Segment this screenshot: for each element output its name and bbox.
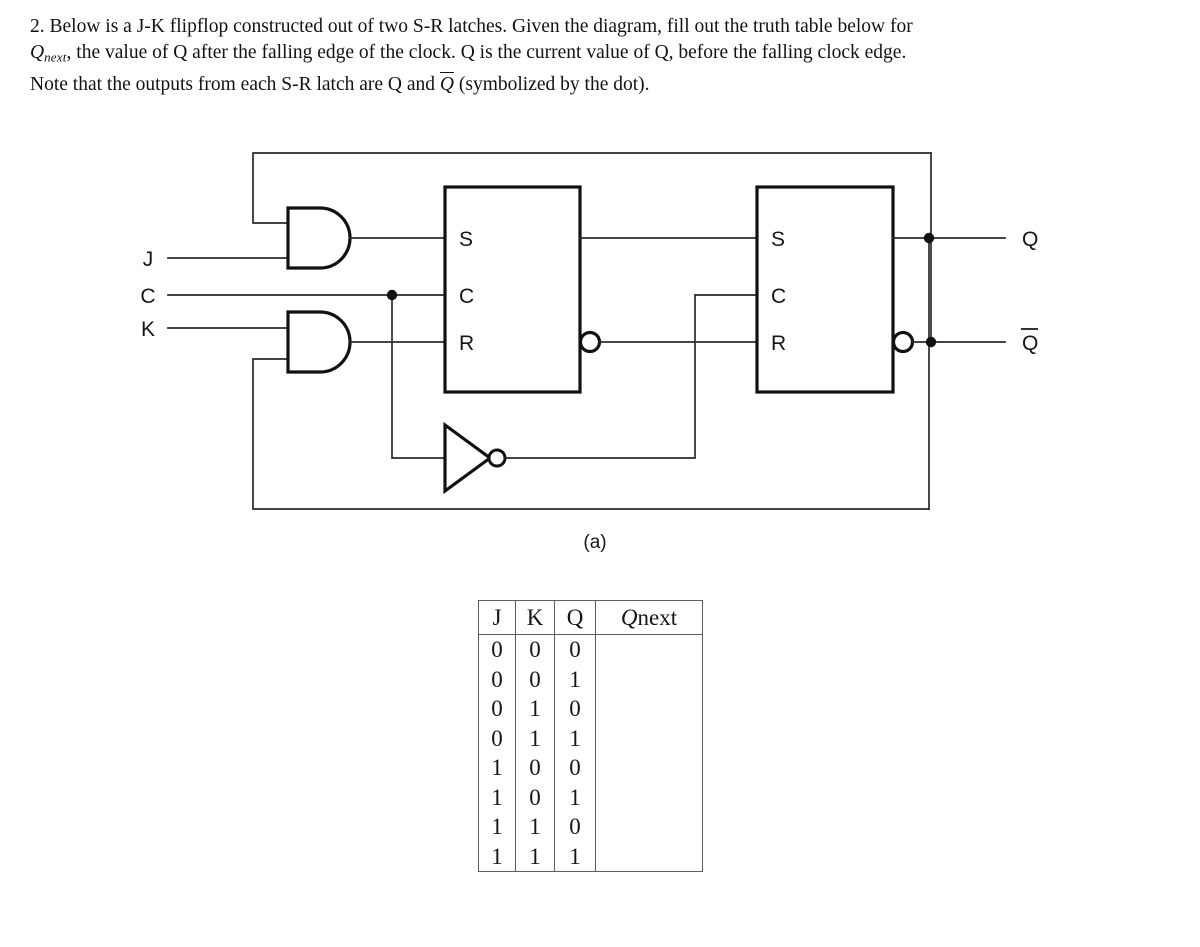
not-gate bbox=[443, 421, 507, 495]
cell-k: 0 bbox=[515, 664, 555, 694]
cell-j: 1 bbox=[478, 841, 516, 872]
junction-dot-q-output bbox=[923, 232, 935, 244]
qbar-symbol: Q bbox=[439, 71, 455, 98]
qnext-head-subscript: next bbox=[637, 605, 678, 630]
right-latch-pin-c: C bbox=[771, 285, 786, 308]
table-row: 001 bbox=[478, 664, 703, 694]
problem-statement: 2. Below is a J-K flipflop constructed o… bbox=[30, 14, 1175, 98]
truth-table-container: J K Q Qnext 000001010011100101110111 bbox=[478, 600, 703, 872]
right-latch-pin-s: S bbox=[771, 228, 785, 251]
truth-table-body: 000001010011100101110111 bbox=[478, 634, 703, 872]
not-gate-bubble bbox=[487, 448, 507, 468]
cell-k: 1 bbox=[515, 841, 555, 872]
problem-line-3-text: Note that the outputs from each S-R latc… bbox=[30, 73, 436, 95]
table-row: 100 bbox=[478, 753, 703, 783]
truth-table-header-row: J K Q Qnext bbox=[478, 600, 703, 635]
cell-j: 0 bbox=[478, 634, 516, 665]
column-header-j: J bbox=[478, 600, 516, 635]
table-row: 110 bbox=[478, 812, 703, 842]
cell-qnext[interactable] bbox=[595, 782, 703, 812]
cell-q: 0 bbox=[554, 694, 596, 724]
problem-line-2-text: the value of Q after the falling edge of… bbox=[76, 42, 907, 63]
qnext-comma: , bbox=[66, 42, 72, 63]
cell-k: 1 bbox=[515, 723, 555, 753]
problem-line-3-tail: (symbolized by the dot). bbox=[458, 73, 650, 95]
truth-table-head: J K Q Qnext bbox=[478, 600, 703, 635]
right-latch-pin-r: R bbox=[771, 332, 786, 355]
left-latch-pin-s: S bbox=[459, 228, 473, 251]
cell-j: 1 bbox=[478, 782, 516, 812]
cell-q: 0 bbox=[554, 634, 596, 665]
cell-k: 0 bbox=[515, 782, 555, 812]
problem-line-2: Qnext, the value of Q after the falling … bbox=[30, 40, 1175, 71]
column-header-k: K bbox=[515, 600, 555, 635]
cell-qnext[interactable] bbox=[595, 664, 703, 694]
figure-caption-text: (a) bbox=[583, 532, 607, 553]
wire-clock-to-not-gate bbox=[391, 294, 446, 459]
junction-dot-clock bbox=[386, 289, 398, 301]
left-latch-pin-r: R bbox=[459, 332, 474, 355]
problem-line-1: 2. Below is a J-K flipflop constructed o… bbox=[30, 16, 913, 37]
table-row: 011 bbox=[478, 723, 703, 753]
clock-input-label: C bbox=[140, 285, 155, 308]
table-row: 000 bbox=[478, 634, 703, 665]
cell-k: 0 bbox=[515, 753, 555, 783]
cell-q: 1 bbox=[554, 841, 596, 872]
cell-qnext[interactable] bbox=[595, 694, 703, 724]
cell-j: 1 bbox=[478, 753, 516, 783]
cell-q: 0 bbox=[554, 812, 596, 842]
circuit-svg: J C K S C R S C R Q Q bbox=[140, 152, 1038, 510]
table-row: 010 bbox=[478, 694, 703, 724]
qnext-subscript: next bbox=[44, 49, 67, 65]
figure-caption: (a) bbox=[0, 532, 1200, 554]
table-row: 111 bbox=[478, 841, 703, 872]
cell-qnext[interactable] bbox=[595, 812, 703, 842]
cell-q: 0 bbox=[554, 753, 596, 783]
cell-k: 0 bbox=[515, 634, 555, 665]
cell-qnext[interactable] bbox=[595, 841, 703, 872]
k-input-label: K bbox=[141, 318, 155, 341]
qnext-head-symbol: Q bbox=[620, 605, 638, 630]
column-header-q: Q bbox=[554, 600, 596, 635]
cell-q: 1 bbox=[554, 664, 596, 694]
column-header-qnext: Qnext bbox=[595, 600, 703, 635]
cell-j: 0 bbox=[478, 694, 516, 724]
left-latch-qbar-bubble bbox=[578, 330, 602, 354]
q-output-label: Q bbox=[1022, 228, 1038, 251]
jk-flipflop-circuit-diagram: J C K S C R S C R Q Q bbox=[0, 120, 1200, 570]
cell-j: 1 bbox=[478, 812, 516, 842]
j-input-label: J bbox=[143, 248, 154, 271]
cell-j: 0 bbox=[478, 723, 516, 753]
left-latch-pin-c: C bbox=[459, 285, 474, 308]
and-gate-lower bbox=[286, 310, 352, 374]
and-gate-upper bbox=[286, 206, 352, 270]
cell-q: 1 bbox=[554, 723, 596, 753]
cell-qnext[interactable] bbox=[595, 634, 703, 665]
qbar-output-label: Q bbox=[1022, 332, 1038, 355]
problem-line-3: Note that the outputs from each S-R latc… bbox=[30, 71, 1175, 98]
cell-qnext[interactable] bbox=[595, 723, 703, 753]
cell-q: 1 bbox=[554, 782, 596, 812]
junction-dot-qbar-output bbox=[925, 336, 937, 348]
cell-j: 0 bbox=[478, 664, 516, 694]
cell-k: 1 bbox=[515, 812, 555, 842]
qnext-symbol: Q bbox=[30, 42, 45, 63]
cell-qnext[interactable] bbox=[595, 753, 703, 783]
table-row: 101 bbox=[478, 782, 703, 812]
cell-k: 1 bbox=[515, 694, 555, 724]
right-latch-qbar-bubble bbox=[891, 330, 915, 354]
truth-table: J K Q Qnext 000001010011100101110111 bbox=[478, 600, 703, 872]
